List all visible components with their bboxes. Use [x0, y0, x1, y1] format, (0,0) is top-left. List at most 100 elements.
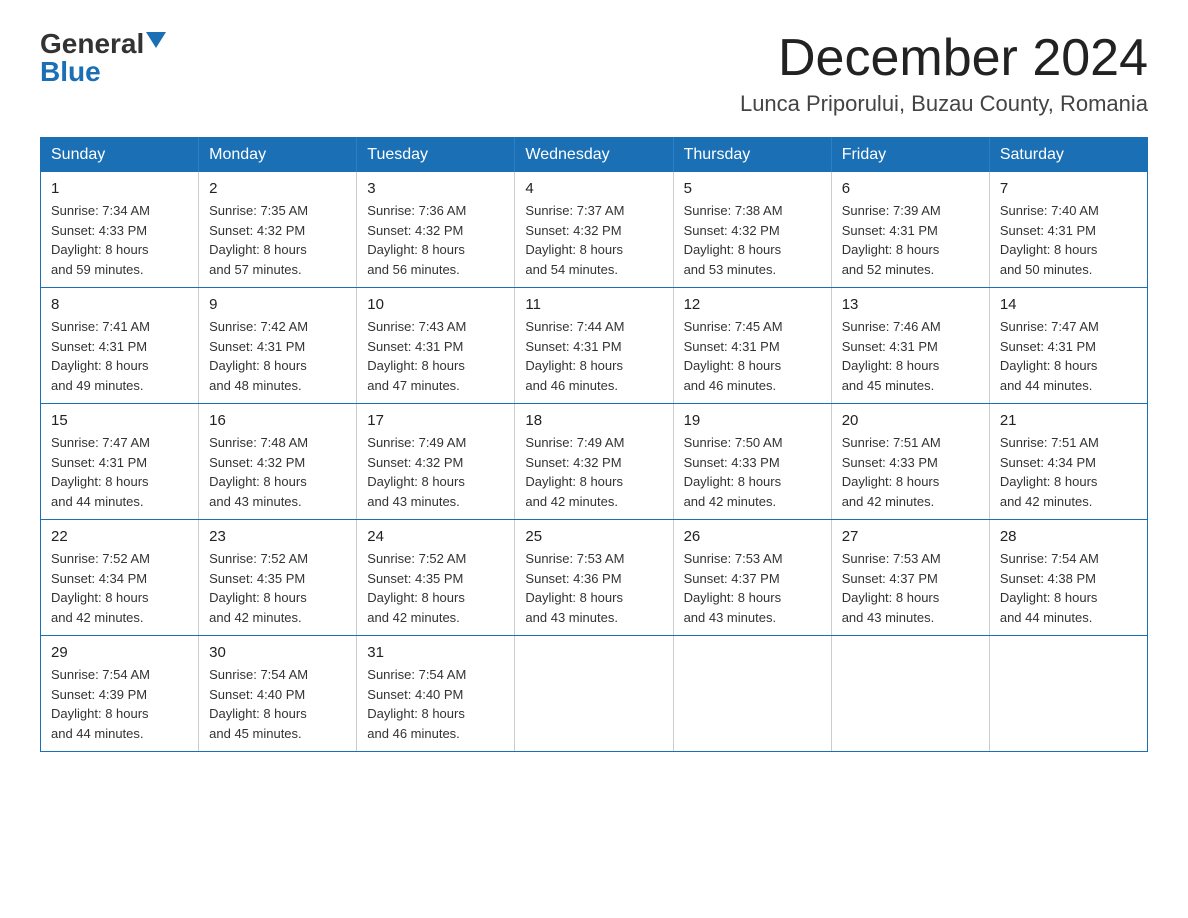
month-title: December 2024 — [740, 30, 1148, 87]
day-number: 10 — [367, 296, 504, 313]
day-info: Sunrise: 7:43 AMSunset: 4:31 PMDaylight:… — [367, 317, 504, 395]
calendar-cell: 4 Sunrise: 7:37 AMSunset: 4:32 PMDaylight… — [515, 172, 673, 288]
calendar-cell: 12Sunrise: 7:45 AMSunset: 4:31 PMDayligh… — [673, 288, 831, 404]
day-number: 1 — [51, 180, 188, 197]
col-header-friday: Friday — [831, 138, 989, 173]
calendar-cell: 11 Sunrise: 7:44 AMSunset: 4:31 PMDayligh… — [515, 288, 673, 404]
col-header-saturday: Saturday — [989, 138, 1147, 173]
calendar-header-row: SundayMondayTuesdayWednesdayThursdayFrid… — [41, 138, 1148, 173]
col-header-tuesday: Tuesday — [357, 138, 515, 173]
calendar-week-row: 22Sunrise: 7:52 AMSunset: 4:34 PMDayligh… — [41, 520, 1148, 636]
day-number: 21 — [1000, 412, 1137, 429]
title-area: December 2024 Lunca Priporului, Buzau Co… — [740, 30, 1148, 117]
calendar-cell: 20Sunrise: 7:51 AMSunset: 4:33 PMDayligh… — [831, 404, 989, 520]
day-number: 15 — [51, 412, 188, 429]
logo-general-text: General — [40, 30, 144, 58]
calendar-cell: 3Sunrise: 7:36 AMSunset: 4:32 PMDaylight… — [357, 172, 515, 288]
day-number: 24 — [367, 528, 504, 545]
day-info: Sunrise: 7:48 AMSunset: 4:32 PMDaylight:… — [209, 433, 346, 511]
calendar-cell: 8Sunrise: 7:41 AMSunset: 4:31 PMDaylight… — [41, 288, 199, 404]
calendar-cell: 19 Sunrise: 7:50 AMSunset: 4:33 PMDayligh… — [673, 404, 831, 520]
day-number: 5 — [684, 180, 821, 197]
day-info: Sunrise: 7:52 AMSunset: 4:35 PMDaylight:… — [209, 549, 346, 627]
day-info: Sunrise: 7:52 AMSunset: 4:35 PMDaylight:… — [367, 549, 504, 627]
day-number: 6 — [842, 180, 979, 197]
calendar-cell: 22Sunrise: 7:52 AMSunset: 4:34 PMDayligh… — [41, 520, 199, 636]
col-header-thursday: Thursday — [673, 138, 831, 173]
day-info: Sunrise: 7:51 AMSunset: 4:34 PMDaylight:… — [1000, 433, 1137, 511]
day-number: 26 — [684, 528, 821, 545]
day-number: 19 — [684, 412, 821, 429]
day-number: 13 — [842, 296, 979, 313]
day-number: 27 — [842, 528, 979, 545]
calendar-cell: 6 Sunrise: 7:39 AMSunset: 4:31 PMDaylight… — [831, 172, 989, 288]
day-info: Sunrise: 7:44 AMSunset: 4:31 PMDaylight:… — [525, 317, 662, 395]
calendar-cell: 26 Sunrise: 7:53 AMSunset: 4:37 PMDayligh… — [673, 520, 831, 636]
day-info: Sunrise: 7:37 AMSunset: 4:32 PMDaylight:… — [525, 201, 662, 279]
calendar-cell: 30 Sunrise: 7:54 AMSunset: 4:40 PMDayligh… — [199, 636, 357, 752]
day-number: 14 — [1000, 296, 1137, 313]
calendar-cell: 1Sunrise: 7:34 AMSunset: 4:33 PMDaylight… — [41, 172, 199, 288]
calendar-cell — [989, 636, 1147, 752]
day-info: Sunrise: 7:54 AMSunset: 4:39 PMDaylight:… — [51, 665, 188, 743]
day-number: 2 — [209, 180, 346, 197]
day-info: Sunrise: 7:54 AMSunset: 4:38 PMDaylight:… — [1000, 549, 1137, 627]
col-header-sunday: Sunday — [41, 138, 199, 173]
calendar-cell: 31 Sunrise: 7:54 AMSunset: 4:40 PMDayligh… — [357, 636, 515, 752]
calendar-table: SundayMondayTuesdayWednesdayThursdayFrid… — [40, 137, 1148, 752]
day-number: 16 — [209, 412, 346, 429]
col-header-wednesday: Wednesday — [515, 138, 673, 173]
location-title: Lunca Priporului, Buzau County, Romania — [740, 91, 1148, 117]
day-number: 31 — [367, 644, 504, 661]
day-number: 8 — [51, 296, 188, 313]
calendar-week-row: 29Sunrise: 7:54 AMSunset: 4:39 PMDayligh… — [41, 636, 1148, 752]
day-number: 18 — [525, 412, 662, 429]
calendar-cell — [831, 636, 989, 752]
calendar-cell: 25Sunrise: 7:53 AMSunset: 4:36 PMDayligh… — [515, 520, 673, 636]
calendar-cell: 18 Sunrise: 7:49 AMSunset: 4:32 PMDayligh… — [515, 404, 673, 520]
calendar-cell — [673, 636, 831, 752]
calendar-cell: 29Sunrise: 7:54 AMSunset: 4:39 PMDayligh… — [41, 636, 199, 752]
day-info: Sunrise: 7:47 AMSunset: 4:31 PMDaylight:… — [1000, 317, 1137, 395]
logo-blue-text: Blue — [40, 58, 166, 86]
calendar-cell: 13 Sunrise: 7:46 AMSunset: 4:31 PMDayligh… — [831, 288, 989, 404]
day-number: 22 — [51, 528, 188, 545]
day-info: Sunrise: 7:53 AMSunset: 4:36 PMDaylight:… — [525, 549, 662, 627]
calendar-cell: 21 Sunrise: 7:51 AMSunset: 4:34 PMDayligh… — [989, 404, 1147, 520]
day-info: Sunrise: 7:38 AMSunset: 4:32 PMDaylight:… — [684, 201, 821, 279]
day-info: Sunrise: 7:40 AMSunset: 4:31 PMDaylight:… — [1000, 201, 1137, 279]
calendar-cell: 28 Sunrise: 7:54 AMSunset: 4:38 PMDayligh… — [989, 520, 1147, 636]
calendar-cell: 9 Sunrise: 7:42 AMSunset: 4:31 PMDaylight… — [199, 288, 357, 404]
calendar-cell: 5 Sunrise: 7:38 AMSunset: 4:32 PMDaylight… — [673, 172, 831, 288]
day-number: 17 — [367, 412, 504, 429]
calendar-cell: 2 Sunrise: 7:35 AMSunset: 4:32 PMDaylight… — [199, 172, 357, 288]
day-number: 20 — [842, 412, 979, 429]
calendar-cell: 23 Sunrise: 7:52 AMSunset: 4:35 PMDayligh… — [199, 520, 357, 636]
day-number: 4 — [525, 180, 662, 197]
day-info: Sunrise: 7:50 AMSunset: 4:33 PMDaylight:… — [684, 433, 821, 511]
day-number: 28 — [1000, 528, 1137, 545]
day-info: Sunrise: 7:53 AMSunset: 4:37 PMDaylight:… — [684, 549, 821, 627]
day-info: Sunrise: 7:39 AMSunset: 4:31 PMDaylight:… — [842, 201, 979, 279]
day-info: Sunrise: 7:46 AMSunset: 4:31 PMDaylight:… — [842, 317, 979, 395]
day-info: Sunrise: 7:49 AMSunset: 4:32 PMDaylight:… — [367, 433, 504, 511]
day-info: Sunrise: 7:35 AMSunset: 4:32 PMDaylight:… — [209, 201, 346, 279]
calendar-week-row: 1Sunrise: 7:34 AMSunset: 4:33 PMDaylight… — [41, 172, 1148, 288]
calendar-cell: 17 Sunrise: 7:49 AMSunset: 4:32 PMDayligh… — [357, 404, 515, 520]
day-number: 23 — [209, 528, 346, 545]
day-info: Sunrise: 7:42 AMSunset: 4:31 PMDaylight:… — [209, 317, 346, 395]
day-info: Sunrise: 7:54 AMSunset: 4:40 PMDaylight:… — [367, 665, 504, 743]
calendar-week-row: 15 Sunrise: 7:47 AMSunset: 4:31 PMDayligh… — [41, 404, 1148, 520]
calendar-cell: 27Sunrise: 7:53 AMSunset: 4:37 PMDayligh… — [831, 520, 989, 636]
col-header-monday: Monday — [199, 138, 357, 173]
day-info: Sunrise: 7:47 AMSunset: 4:31 PMDaylight:… — [51, 433, 188, 511]
day-number: 9 — [209, 296, 346, 313]
day-info: Sunrise: 7:54 AMSunset: 4:40 PMDaylight:… — [209, 665, 346, 743]
calendar-cell: 7Sunrise: 7:40 AMSunset: 4:31 PMDaylight… — [989, 172, 1147, 288]
day-info: Sunrise: 7:36 AMSunset: 4:32 PMDaylight:… — [367, 201, 504, 279]
calendar-cell: 14 Sunrise: 7:47 AMSunset: 4:31 PMDayligh… — [989, 288, 1147, 404]
day-number: 11 — [525, 296, 662, 313]
day-info: Sunrise: 7:45 AMSunset: 4:31 PMDaylight:… — [684, 317, 821, 395]
day-number: 30 — [209, 644, 346, 661]
day-info: Sunrise: 7:49 AMSunset: 4:32 PMDaylight:… — [525, 433, 662, 511]
